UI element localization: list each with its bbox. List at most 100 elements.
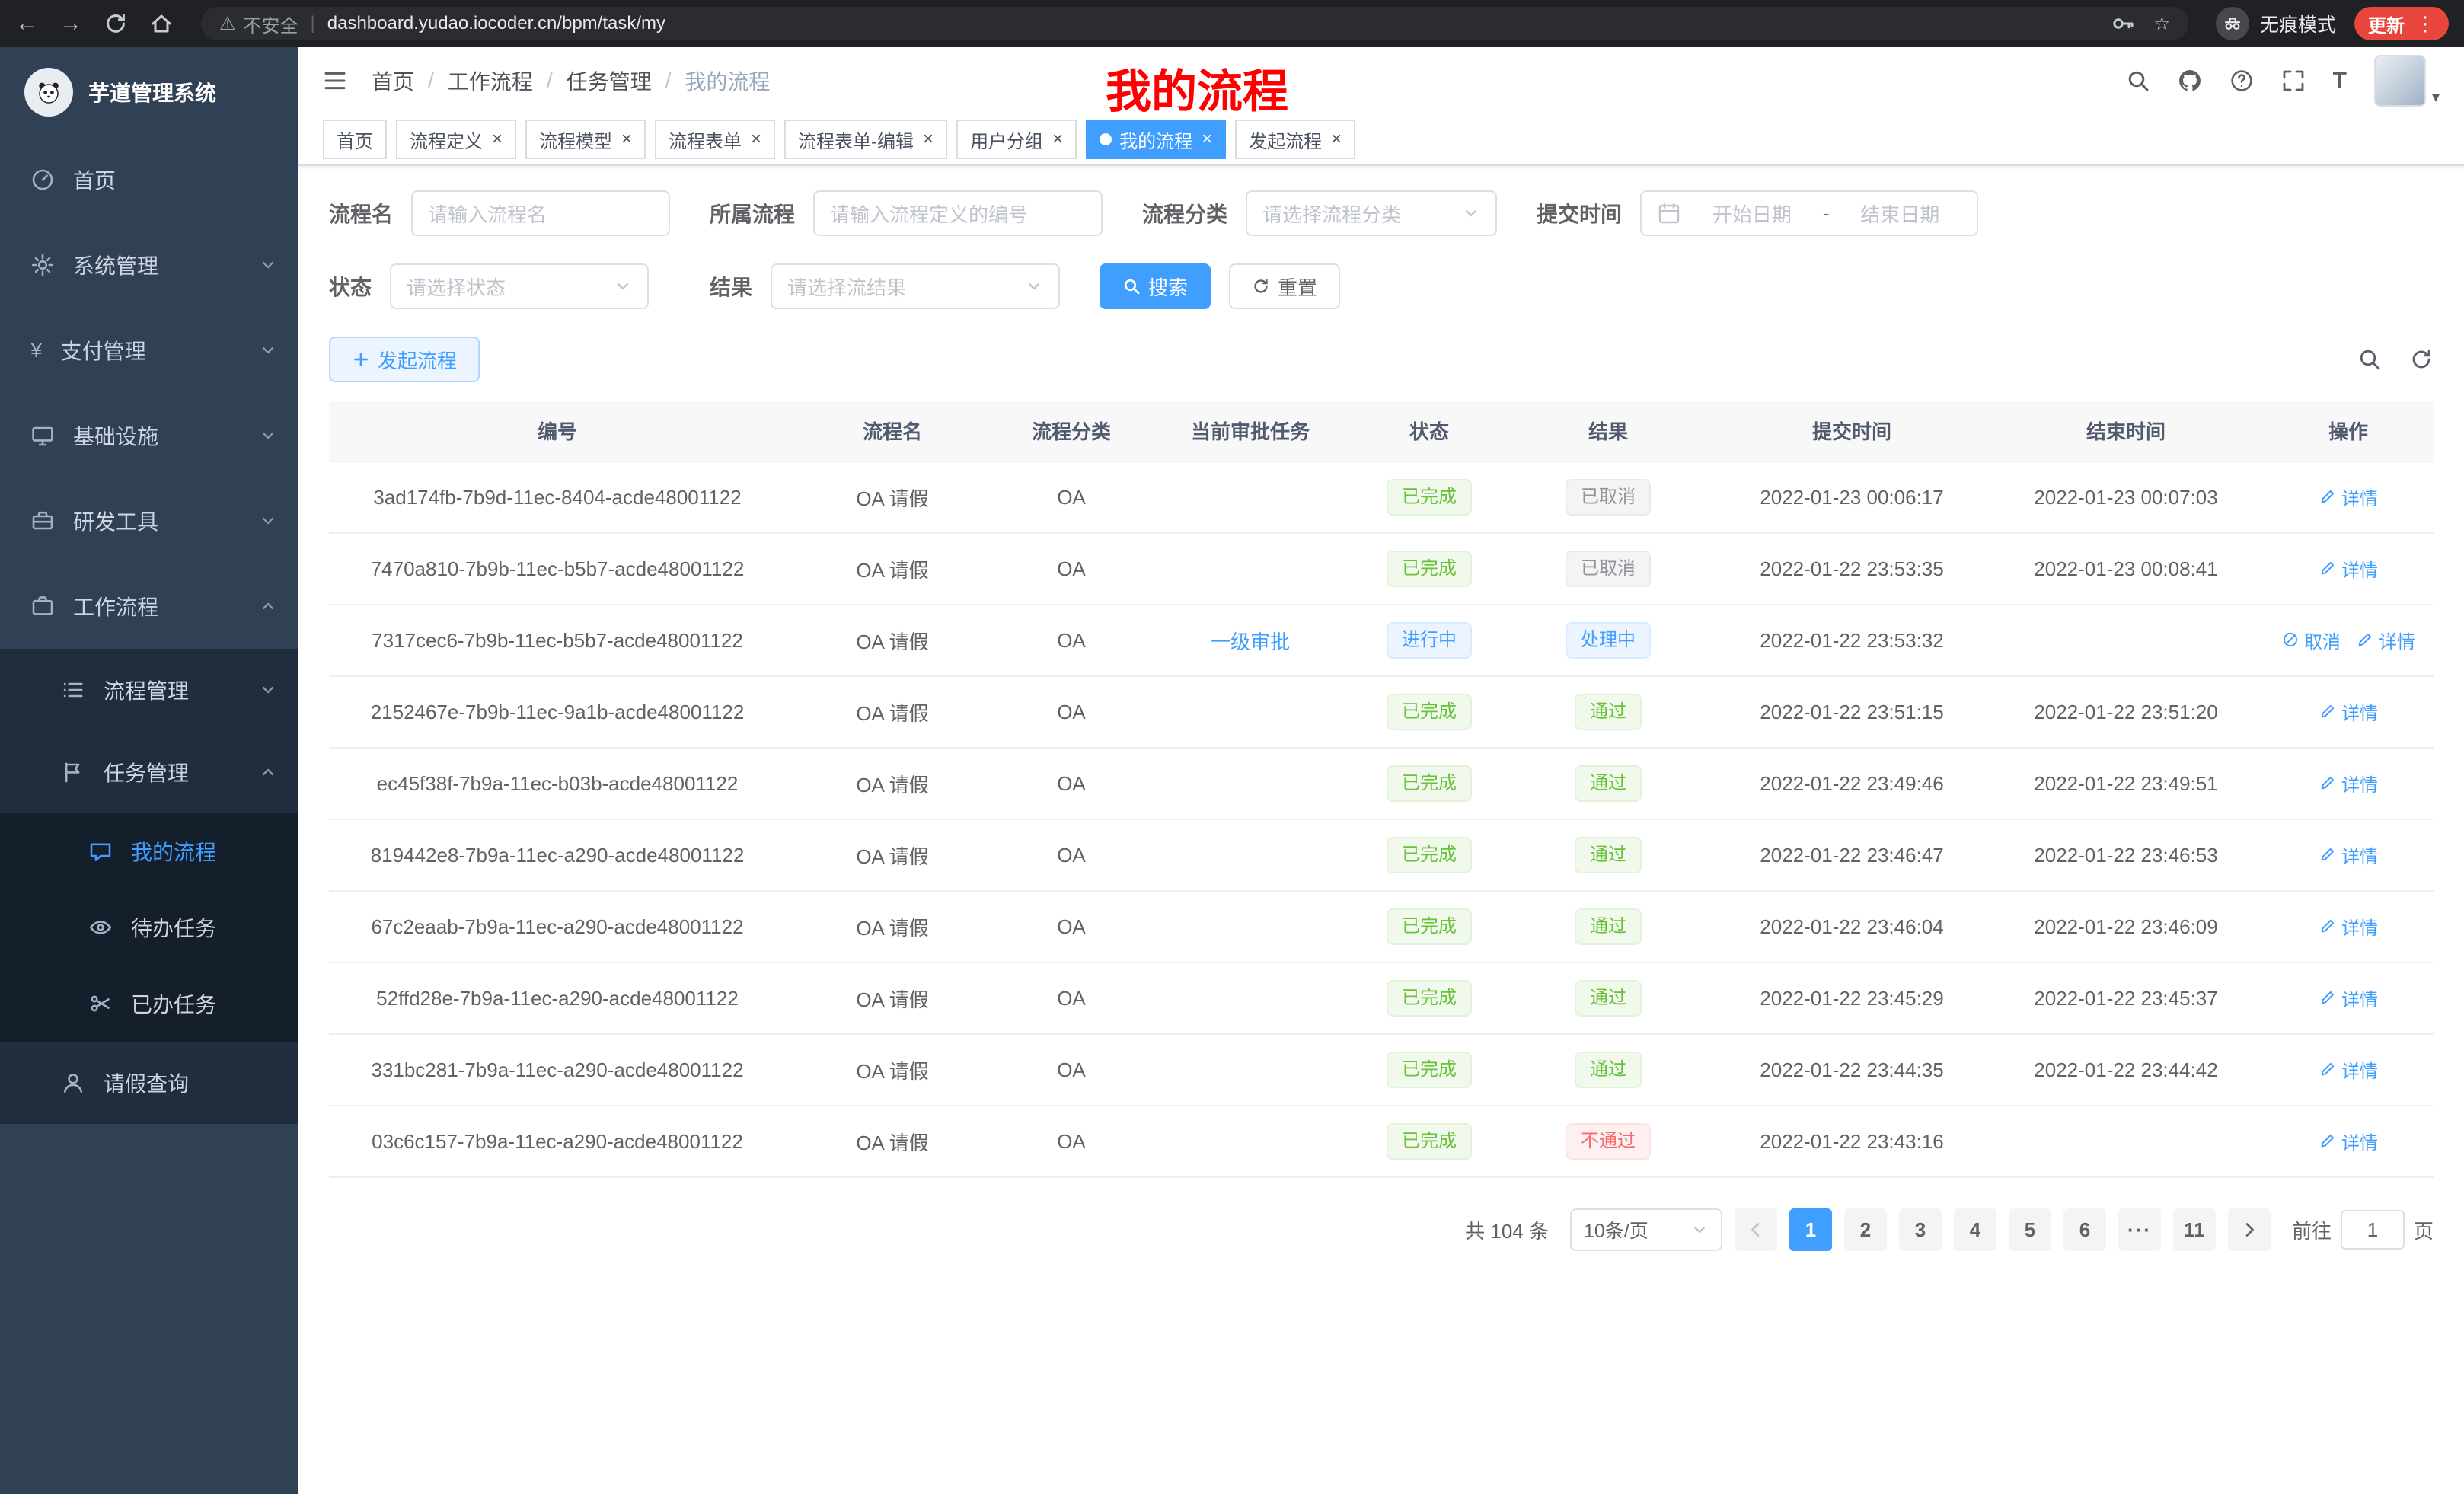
- date-range-picker[interactable]: 开始日期 - 结束日期: [1640, 190, 1978, 236]
- search-button[interactable]: 搜索: [1100, 263, 1211, 309]
- close-icon[interactable]: ×: [751, 129, 761, 150]
- breadcrumb-task-mgmt[interactable]: 任务管理: [567, 65, 652, 96]
- sidebar-item-leave-query[interactable]: 请假查询: [0, 1042, 298, 1124]
- github-icon[interactable]: [2178, 69, 2202, 93]
- sidebar-item-done-tasks[interactable]: 已办任务: [0, 966, 298, 1042]
- detail-link[interactable]: 详情: [2319, 770, 2378, 796]
- hamburger-icon[interactable]: [323, 69, 347, 93]
- page-button-11[interactable]: 11: [2173, 1208, 2216, 1251]
- detail-link[interactable]: 详情: [2319, 555, 2378, 582]
- sidebar-item-workflow[interactable]: 工作流程: [0, 563, 298, 649]
- page-button-6[interactable]: 6: [2063, 1208, 2106, 1251]
- refresh-icon[interactable]: [2409, 347, 2434, 372]
- cell-end-time: 2022-01-22 23:46:09: [1989, 891, 2263, 962]
- help-icon[interactable]: [2229, 69, 2254, 93]
- font-size-icon[interactable]: T: [2333, 68, 2347, 94]
- cell-submit-time: 2022-01-22 23:53:35: [1715, 533, 1989, 605]
- home-icon[interactable]: [149, 11, 174, 36]
- goto-page-input[interactable]: [2341, 1210, 2405, 1250]
- reload-icon[interactable]: [104, 11, 128, 36]
- close-icon[interactable]: ×: [1202, 129, 1212, 150]
- col-name: 流程名: [786, 401, 999, 461]
- process-definition-input[interactable]: 请输入流程定义的编号: [813, 190, 1103, 236]
- process-name-input[interactable]: 请输入流程名: [411, 190, 670, 236]
- forward-icon[interactable]: →: [59, 11, 82, 37]
- cell-category: OA: [999, 819, 1144, 891]
- cancel-link[interactable]: 取消: [2281, 627, 2341, 653]
- col-id: 编号: [329, 401, 786, 461]
- detail-label: 详情: [2341, 555, 2378, 582]
- close-icon[interactable]: ×: [1331, 129, 1342, 150]
- tab-process-form-edit[interactable]: 流程表单-编辑×: [784, 120, 947, 159]
- detail-link[interactable]: 详情: [2319, 985, 2378, 1011]
- tab-user-group[interactable]: 用户分组×: [956, 120, 1077, 159]
- status-select[interactable]: 请选择状态: [390, 263, 649, 309]
- search-icon[interactable]: [2126, 69, 2150, 93]
- close-icon[interactable]: ×: [923, 129, 934, 150]
- sidebar-item-todo-tasks[interactable]: 待办任务: [0, 889, 298, 966]
- cell-submit-time: 2022-01-22 23:43:16: [1715, 1106, 1989, 1177]
- tab-process-form[interactable]: 流程表单 ×: [655, 120, 775, 159]
- tab-home[interactable]: 首页: [323, 120, 387, 159]
- update-label: 更新: [2368, 11, 2405, 37]
- user-menu[interactable]: ▾: [2374, 55, 2440, 107]
- create-process-button[interactable]: 发起流程: [329, 337, 480, 382]
- detail-link[interactable]: 详情: [2319, 841, 2378, 868]
- sidebar-item-devtools[interactable]: 研发工具: [0, 478, 298, 563]
- avatar[interactable]: [2374, 55, 2426, 107]
- detail-link[interactable]: 详情: [2319, 1128, 2378, 1154]
- page-button-4[interactable]: 4: [1954, 1208, 1996, 1251]
- breadcrumb-home[interactable]: 首页: [372, 65, 414, 96]
- tab-label: 流程表单: [669, 126, 742, 153]
- back-icon[interactable]: ←: [15, 11, 38, 37]
- page-button-5[interactable]: 5: [2009, 1208, 2051, 1251]
- result-tag: 通过: [1575, 694, 1642, 730]
- app-logo[interactable]: 芋道管理系统: [0, 47, 298, 137]
- category-select[interactable]: 请选择流程分类: [1246, 190, 1497, 236]
- sidebar-item-task-mgmt[interactable]: 任务管理: [0, 731, 298, 813]
- update-button[interactable]: 更新 ⋮: [2354, 7, 2449, 40]
- detail-link[interactable]: 详情: [2319, 484, 2378, 510]
- key-icon[interactable]: [2111, 11, 2135, 36]
- page-size-select[interactable]: 10条/页: [1570, 1208, 1722, 1251]
- close-icon[interactable]: ×: [621, 129, 632, 150]
- status-tag: 已完成: [1387, 980, 1472, 1017]
- detail-link[interactable]: 详情: [2319, 1056, 2378, 1083]
- tab-process-definition[interactable]: 流程定义×: [396, 120, 516, 159]
- toggle-search-icon[interactable]: [2357, 347, 2382, 372]
- next-page-button[interactable]: [2228, 1208, 2271, 1251]
- prev-page-button[interactable]: [1735, 1208, 1777, 1251]
- sidebar-item-payment[interactable]: ¥ 支付管理: [0, 308, 298, 393]
- cell-id: 3ad174fb-7b9d-11ec-8404-acde48001122: [329, 461, 786, 533]
- tab-process-model[interactable]: 流程模型×: [525, 120, 646, 159]
- detail-link[interactable]: 详情: [2319, 913, 2378, 940]
- tab-my-processes[interactable]: 我的流程×: [1086, 120, 1226, 159]
- sidebar-item-my-processes[interactable]: 我的流程: [0, 813, 298, 889]
- reset-button[interactable]: 重置: [1229, 263, 1340, 309]
- browser-menu-icon[interactable]: ⋮: [2415, 12, 2435, 36]
- chevron-down-icon: [614, 277, 632, 295]
- sidebar-item-infrastructure[interactable]: 基础设施: [0, 393, 298, 478]
- close-icon[interactable]: ×: [1052, 129, 1063, 150]
- tab-initiate-process[interactable]: 发起流程×: [1235, 120, 1355, 159]
- cell-actions: 详情: [2263, 533, 2434, 605]
- bookmark-star-icon[interactable]: ☆: [2153, 13, 2170, 35]
- breadcrumb-workflow[interactable]: 工作流程: [448, 65, 533, 96]
- detail-link[interactable]: 详情: [2319, 698, 2378, 725]
- page-button-1[interactable]: 1: [1789, 1208, 1832, 1251]
- result-select[interactable]: 请选择流结果: [771, 263, 1060, 309]
- sidebar-item-process-mgmt[interactable]: 流程管理: [0, 649, 298, 731]
- url-text[interactable]: dashboard.yudao.iocoder.cn/bpm/task/my: [327, 13, 665, 34]
- detail-link[interactable]: 详情: [2356, 627, 2415, 653]
- sidebar-item-home[interactable]: 首页: [0, 137, 298, 222]
- security-indicator[interactable]: ⚠ 不安全: [219, 11, 298, 37]
- sidebar-item-system[interactable]: 系统管理: [0, 222, 298, 308]
- close-icon[interactable]: ×: [492, 129, 503, 150]
- dashboard-icon: [30, 168, 55, 192]
- fullscreen-icon[interactable]: [2281, 69, 2306, 93]
- address-bar[interactable]: ⚠ 不安全 | dashboard.yudao.iocoder.cn/bpm/t…: [201, 7, 2188, 40]
- current-task-link[interactable]: 一级审批: [1211, 627, 1290, 655]
- pages-ellipsis[interactable]: ···: [2118, 1208, 2161, 1251]
- page-button-3[interactable]: 3: [1899, 1208, 1942, 1251]
- page-button-2[interactable]: 2: [1844, 1208, 1887, 1251]
